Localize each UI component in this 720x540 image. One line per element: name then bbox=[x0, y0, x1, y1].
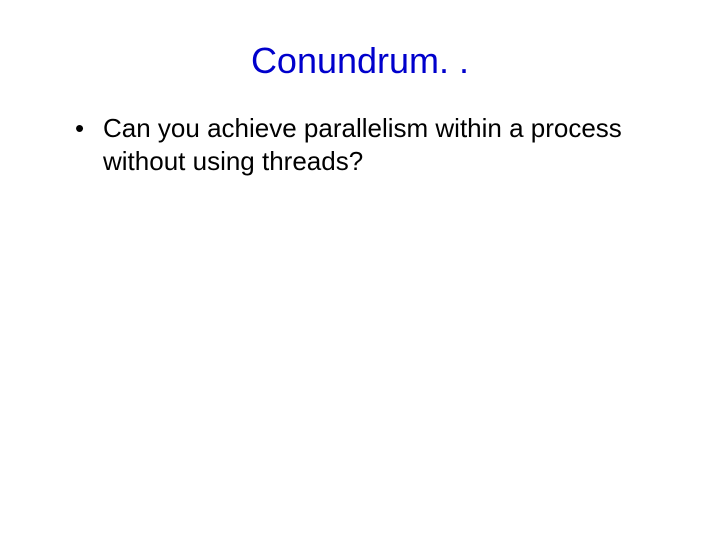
slide-title: Conundrum. . bbox=[50, 40, 670, 82]
bullet-item: Can you achieve parallelism within a pro… bbox=[75, 112, 670, 177]
bullet-list: Can you achieve parallelism within a pro… bbox=[50, 112, 670, 177]
slide-container: Conundrum. . Can you achieve parallelism… bbox=[0, 0, 720, 540]
